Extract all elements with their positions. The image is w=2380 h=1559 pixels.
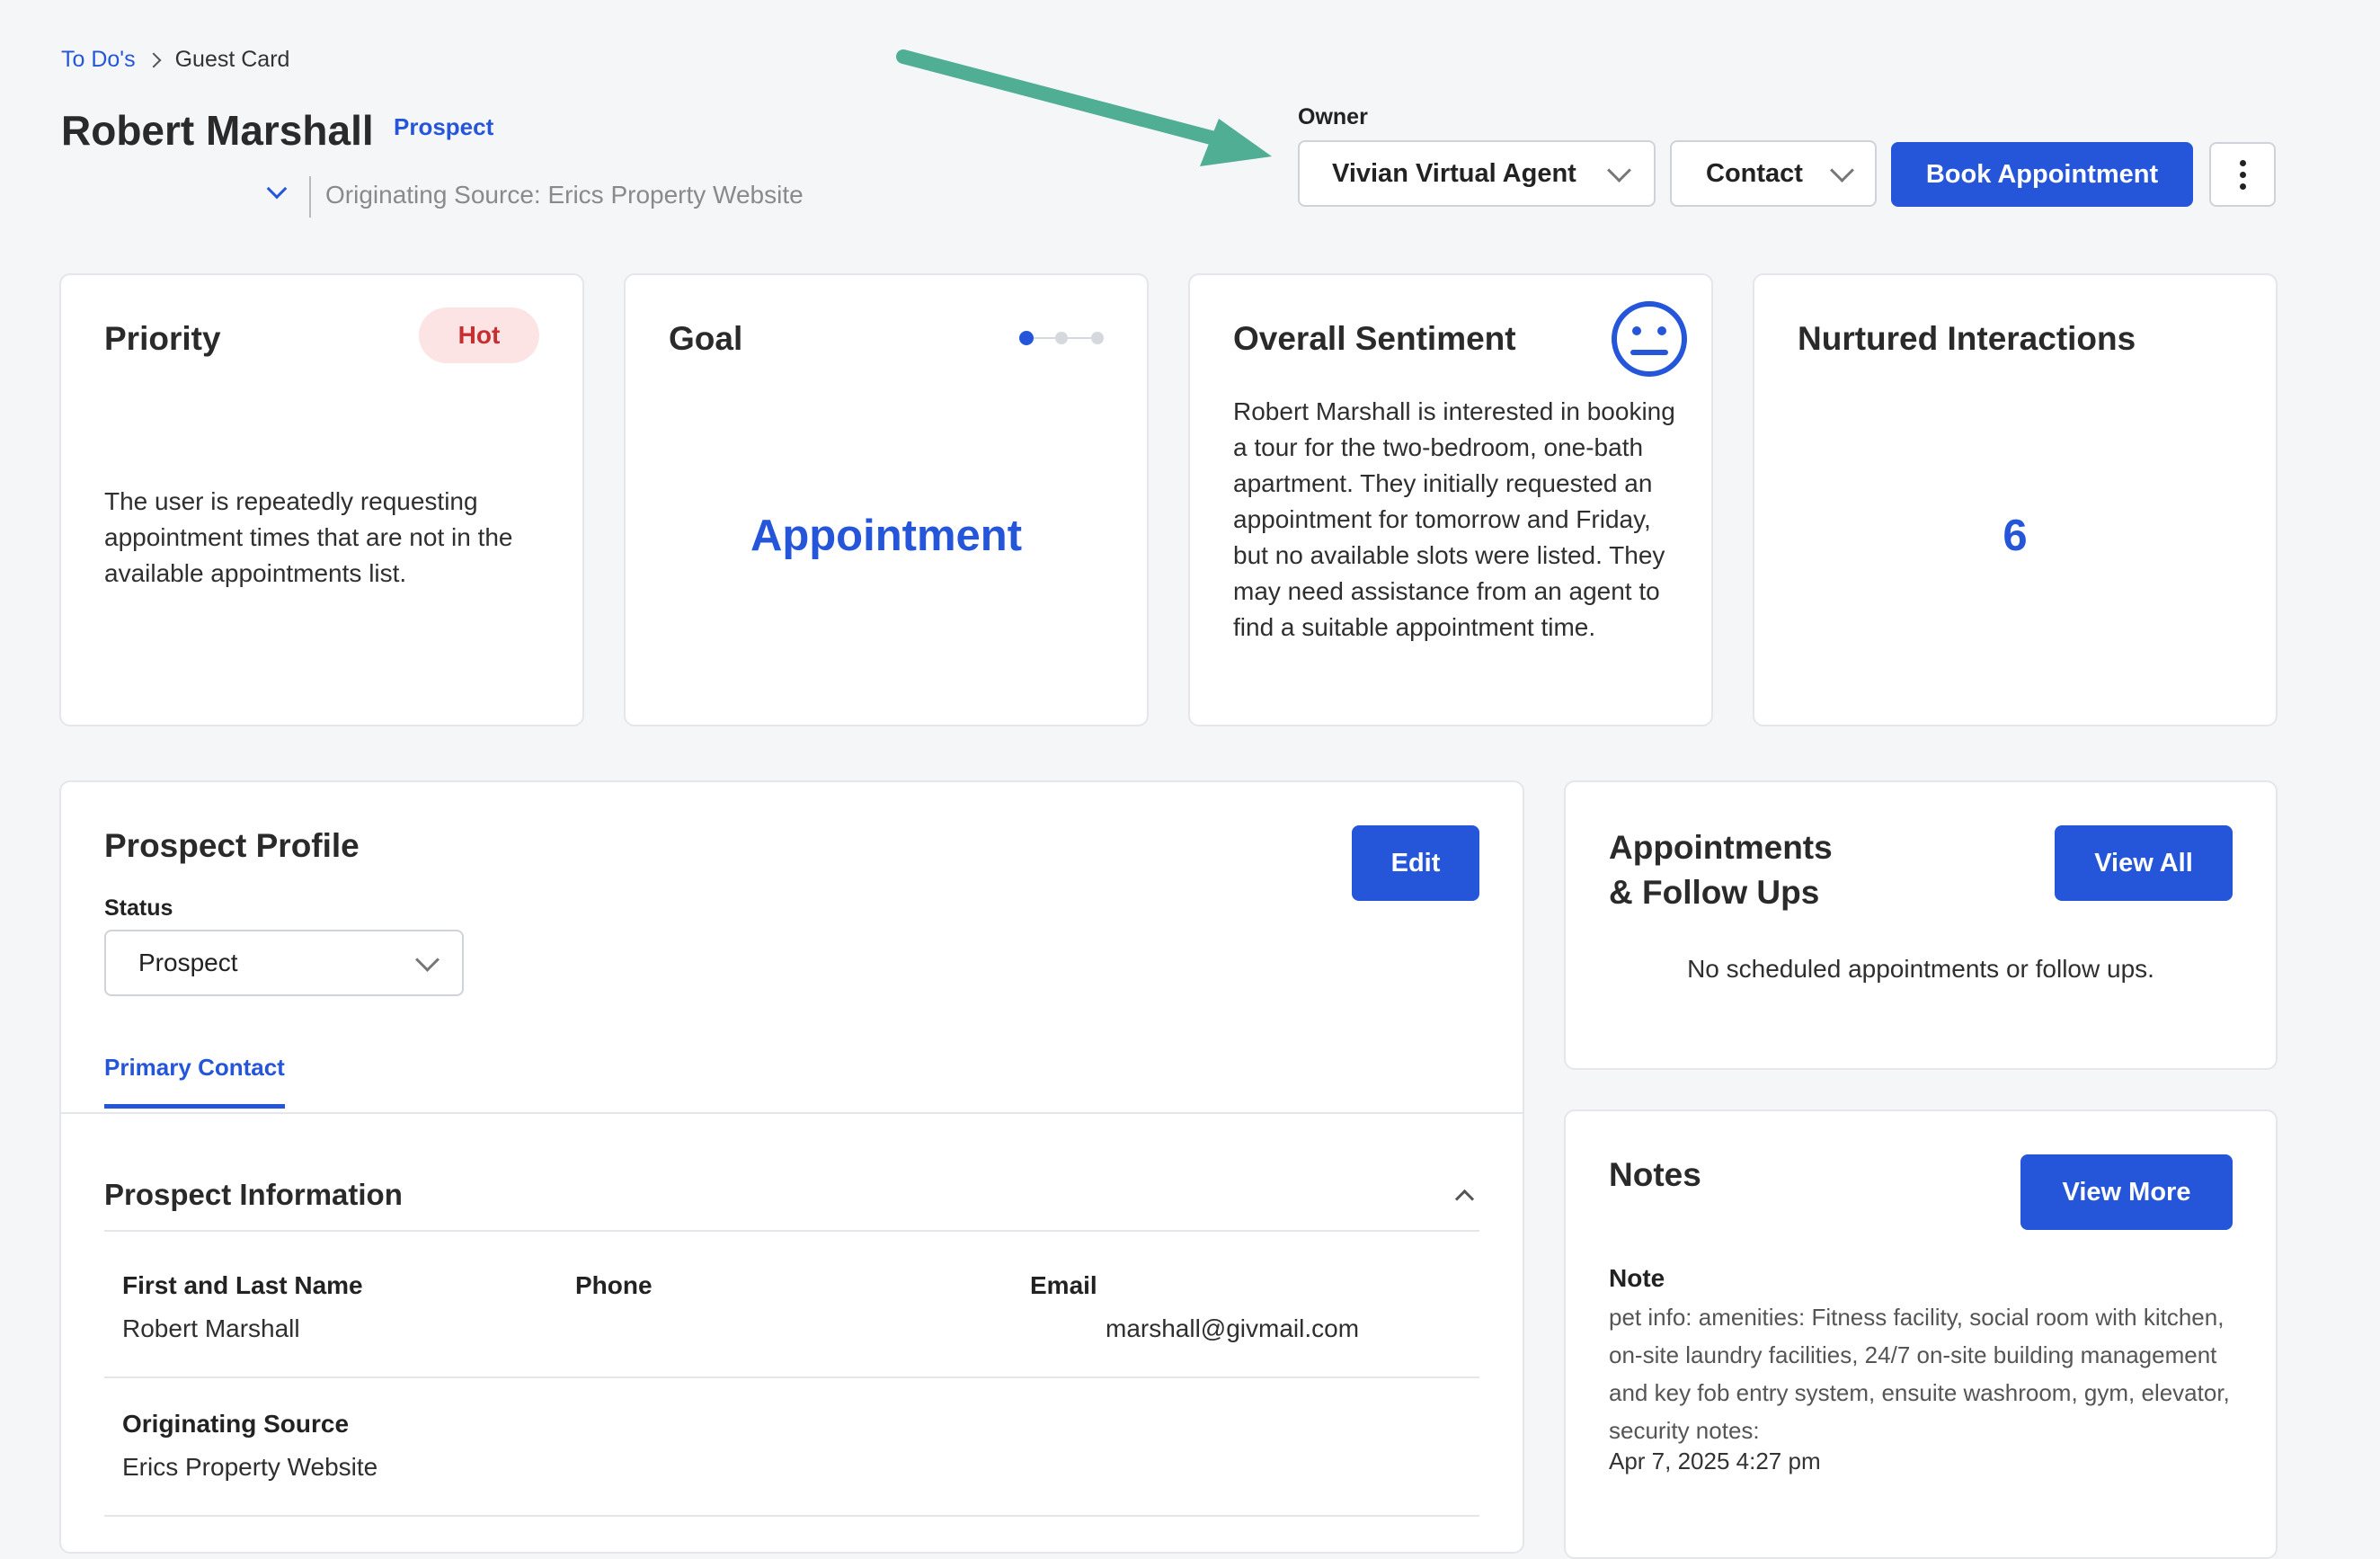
hot-badge: Hot bbox=[419, 307, 539, 363]
section-divider bbox=[104, 1230, 1479, 1232]
step-dot bbox=[1055, 332, 1068, 344]
sentiment-text: Robert Marshall is interested in booking… bbox=[1233, 397, 1675, 641]
owner-value: Vivian Virtual Agent bbox=[1332, 158, 1576, 188]
chevron-down-icon bbox=[415, 948, 440, 972]
appointments-card: Appointments & Follow Ups View All No sc… bbox=[1564, 780, 2278, 1070]
annotation-arrow bbox=[896, 49, 1272, 166]
view-more-button[interactable]: View More bbox=[2020, 1154, 2233, 1230]
chevron-down-icon bbox=[1830, 158, 1854, 183]
breadcrumb-current: Guest Card bbox=[174, 47, 290, 72]
email-label: Email bbox=[1030, 1271, 1097, 1299]
notes-title: Notes bbox=[1609, 1156, 1701, 1193]
chevron-down-icon bbox=[1607, 158, 1631, 183]
contact-dropdown[interactable]: Contact bbox=[1670, 140, 1877, 207]
step-dot bbox=[1091, 332, 1104, 344]
nurtured-title: Nurtured Interactions bbox=[1798, 320, 2136, 357]
section-title: Prospect Information bbox=[104, 1178, 403, 1211]
status-dropdown[interactable]: Prospect bbox=[104, 930, 464, 996]
nurtured-count: 6 bbox=[2003, 512, 2028, 560]
note-date: Apr 7, 2025 4:27 pm bbox=[1609, 1448, 1821, 1474]
chevron-up-icon bbox=[1454, 1189, 1475, 1209]
phone-label: Phone bbox=[575, 1271, 653, 1299]
more-options-button[interactable] bbox=[2209, 142, 2276, 207]
nurtured-card: Nurtured Interactions 6 bbox=[1753, 273, 2278, 726]
page-title: Robert Marshall bbox=[61, 107, 374, 154]
edit-button[interactable]: Edit bbox=[1352, 825, 1479, 901]
owner-dropdown[interactable]: Vivian Virtual Agent bbox=[1298, 140, 1656, 207]
contact-label: Contact bbox=[1706, 158, 1803, 188]
priority-title: Priority bbox=[104, 320, 221, 357]
breadcrumb: To Do's Guest Card bbox=[61, 47, 289, 73]
vertical-dots-icon bbox=[2239, 159, 2246, 190]
name-value: Robert Marshall bbox=[122, 1314, 300, 1342]
neutral-face-icon bbox=[1612, 301, 1687, 377]
appointments-title-line1: Appointments bbox=[1609, 829, 1833, 866]
appointments-empty-text: No scheduled appointments or follow ups. bbox=[1687, 955, 2154, 983]
status-value: Prospect bbox=[138, 949, 238, 976]
notes-card: Notes View More Note pet info: amenities… bbox=[1564, 1109, 2278, 1559]
tab-primary-contact[interactable]: Primary Contact bbox=[104, 1054, 285, 1109]
tab-divider bbox=[61, 1112, 1523, 1114]
book-appointment-button[interactable]: Book Appointment bbox=[1891, 142, 2193, 207]
prospect-badge: Prospect bbox=[394, 113, 494, 140]
goal-title: Goal bbox=[669, 320, 743, 357]
chevron-down-icon[interactable] bbox=[266, 178, 288, 200]
sentiment-card: Overall Sentiment Robert Marshall is int… bbox=[1188, 273, 1713, 726]
priority-text: The user is repeatedly requesting appoin… bbox=[104, 487, 513, 587]
prospect-information-header[interactable]: Prospect Information bbox=[104, 1178, 1479, 1232]
prospect-profile-card: Prospect Profile Edit Status Prospect Pr… bbox=[59, 780, 1524, 1554]
appointments-title-line2: & Follow Ups bbox=[1609, 874, 1820, 911]
breadcrumb-link-todos[interactable]: To Do's bbox=[61, 47, 136, 73]
view-all-button[interactable]: View All bbox=[2055, 825, 2233, 901]
row-divider bbox=[104, 1376, 1479, 1378]
note-label: Note bbox=[1609, 1264, 1665, 1292]
tab-label: Primary Contact bbox=[104, 1054, 285, 1081]
note-text: pet info: amenities: Fitness facility, s… bbox=[1609, 1304, 2230, 1444]
divider bbox=[309, 176, 311, 218]
sentiment-title: Overall Sentiment bbox=[1233, 320, 1516, 357]
row-divider bbox=[104, 1515, 1479, 1517]
originating-source-text: Originating Source: Erics Property Websi… bbox=[325, 181, 804, 209]
status-label: Status bbox=[104, 895, 173, 921]
owner-label: Owner bbox=[1298, 104, 1368, 129]
step-dot-active bbox=[1019, 331, 1034, 345]
name-label: First and Last Name bbox=[122, 1271, 363, 1299]
chevron-right-icon bbox=[146, 52, 162, 67]
goal-progress-steps bbox=[1019, 331, 1109, 345]
goal-value: Appointment bbox=[750, 512, 1023, 560]
priority-card: Priority Hot The user is repeatedly requ… bbox=[59, 273, 584, 726]
appointments-title: Appointments & Follow Ups bbox=[1609, 825, 1833, 915]
profile-title: Prospect Profile bbox=[104, 827, 360, 864]
originating-source-label: Originating Source bbox=[122, 1410, 350, 1438]
email-value[interactable]: marshall@givmail.com bbox=[1106, 1314, 1359, 1343]
originating-source-value: Erics Property Website bbox=[122, 1453, 378, 1481]
goal-card: Goal Appointment bbox=[624, 273, 1149, 726]
